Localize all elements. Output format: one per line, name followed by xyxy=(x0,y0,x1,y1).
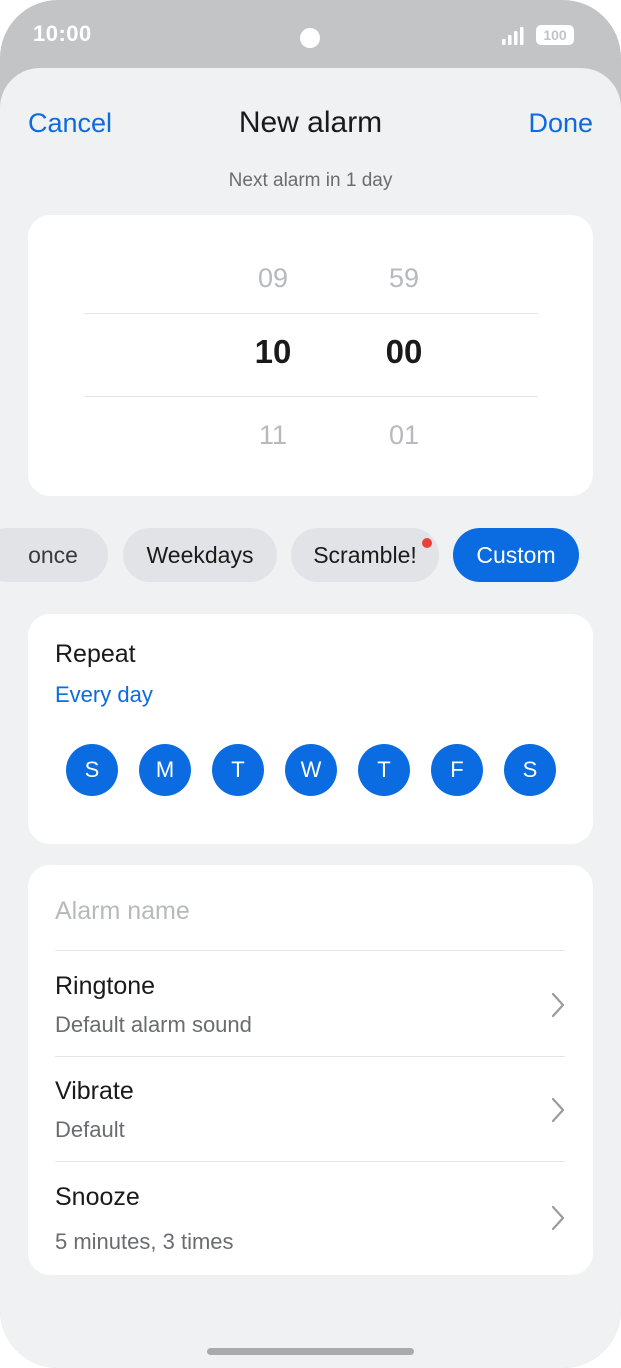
phone-frame: 10:00 100 Cancel New alarm Done Next ala… xyxy=(0,0,621,1368)
hour-next[interactable]: 11 xyxy=(233,420,313,451)
repeat-card: Repeat Every day S M T W T F S xyxy=(28,614,593,844)
minute-prev[interactable]: 59 xyxy=(364,263,444,294)
next-alarm-info: Next alarm in 1 day xyxy=(228,170,393,191)
divider xyxy=(55,1056,565,1057)
chevron-right-icon xyxy=(551,1205,565,1231)
minute-next[interactable]: 01 xyxy=(364,420,444,451)
minute-selected[interactable]: 00 xyxy=(364,333,444,371)
preset-chip-once[interactable]: once xyxy=(0,528,108,582)
snooze-value: 5 minutes, 3 times xyxy=(55,1229,234,1254)
preset-chip-weekdays[interactable]: Weekdays xyxy=(123,528,277,582)
hour-selected[interactable]: 10 xyxy=(233,333,313,371)
status-time: 10:00 xyxy=(33,21,92,46)
divider xyxy=(55,950,565,951)
preset-chip-scramble[interactable]: Scramble! xyxy=(291,528,439,582)
vibrate-value: Default xyxy=(55,1117,125,1142)
time-picker[interactable]: 09 10 11 59 00 01 xyxy=(28,215,593,496)
chevron-right-icon xyxy=(551,1097,565,1123)
camera-cutout xyxy=(300,28,320,48)
day-toggle-friday[interactable]: F xyxy=(431,744,483,796)
vibrate-row[interactable]: Vibrate Default xyxy=(28,1077,593,1157)
new-badge-dot xyxy=(422,538,432,548)
day-toggle-wednesday[interactable]: W xyxy=(285,744,337,796)
battery-icon: 100 xyxy=(536,25,574,45)
chevron-right-icon xyxy=(551,992,565,1018)
ringtone-title: Ringtone xyxy=(55,972,156,1000)
status-bar: 10:00 100 xyxy=(0,0,621,70)
day-toggle-saturday[interactable]: S xyxy=(504,744,556,796)
signal-icon xyxy=(502,27,524,45)
picker-selection-top-line xyxy=(84,313,538,314)
day-toggle-thursday[interactable]: T xyxy=(358,744,410,796)
preset-chip-custom[interactable]: Custom xyxy=(453,528,579,582)
alarm-settings-card: Ringtone Default alarm sound Vibrate Def… xyxy=(28,865,593,1275)
ringtone-value: Default alarm sound xyxy=(55,1012,252,1037)
snooze-title: Snooze xyxy=(55,1183,140,1211)
ringtone-row[interactable]: Ringtone Default alarm sound xyxy=(28,972,593,1052)
home-indicator[interactable] xyxy=(207,1348,414,1355)
day-toggle-tuesday[interactable]: T xyxy=(212,744,264,796)
hour-prev[interactable]: 09 xyxy=(233,263,313,294)
snooze-row[interactable]: Snooze 5 minutes, 3 times xyxy=(28,1183,593,1263)
alarm-name-input[interactable] xyxy=(55,891,565,931)
preset-chips: once Weekdays Scramble! Custom xyxy=(0,528,621,582)
weekday-selector: S M T W T F S xyxy=(66,744,566,796)
done-button[interactable]: Done xyxy=(528,108,593,139)
divider xyxy=(55,1161,565,1162)
repeat-title: Repeat xyxy=(55,640,136,668)
picker-selection-bottom-line xyxy=(84,396,538,397)
day-toggle-monday[interactable]: M xyxy=(139,744,191,796)
repeat-value: Every day xyxy=(55,682,153,707)
vibrate-title: Vibrate xyxy=(55,1077,134,1105)
day-toggle-sunday[interactable]: S xyxy=(66,744,118,796)
